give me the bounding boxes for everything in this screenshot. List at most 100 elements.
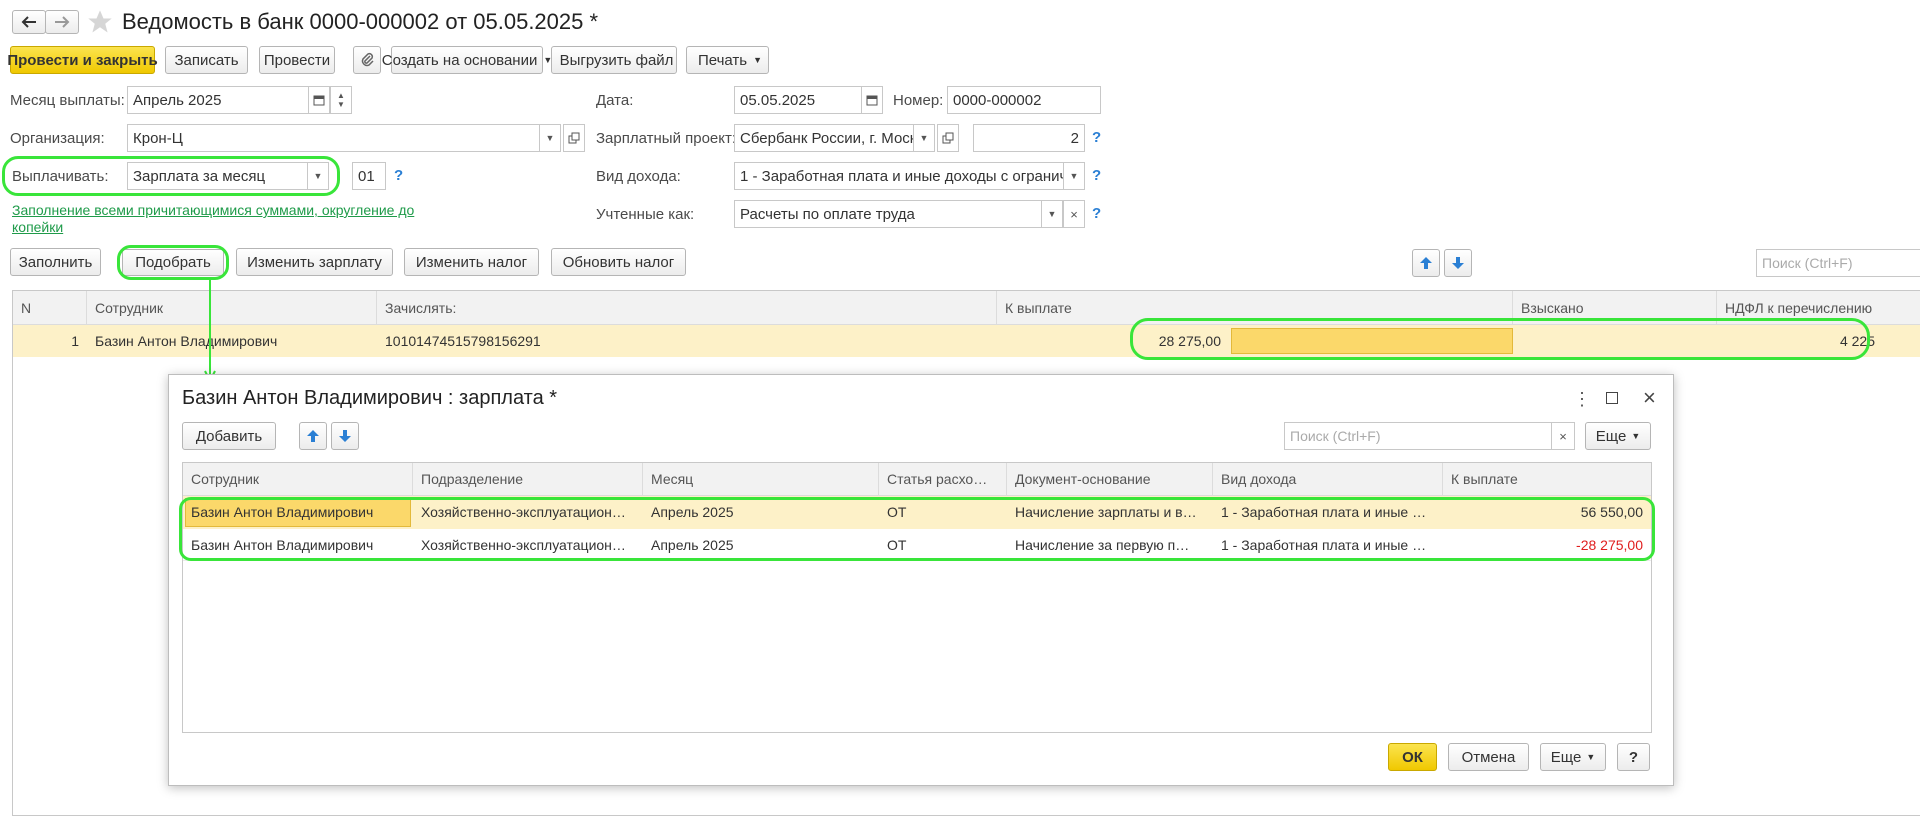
- help-icon[interactable]: ?: [1092, 129, 1101, 146]
- project-open-button[interactable]: [937, 124, 959, 152]
- arrow-down-icon: [1452, 257, 1464, 269]
- arrow-left-icon: [21, 16, 36, 28]
- column-header-employee[interactable]: Сотрудник: [183, 463, 413, 496]
- print-label: Печать: [697, 51, 748, 69]
- org-label: Организация:: [10, 130, 105, 147]
- back-button[interactable]: [12, 10, 46, 34]
- dropdown-icon: ▼: [753, 55, 763, 65]
- dropdown-icon: ▼: [1586, 752, 1596, 762]
- export-file-label: Выгрузить файл: [559, 51, 674, 69]
- column-header-month[interactable]: Месяц: [643, 463, 879, 496]
- change-salary-button[interactable]: Изменить зарплату: [236, 248, 393, 276]
- more-actions-icon[interactable]: ⋮: [1573, 389, 1591, 410]
- number-field[interactable]: 0000-000002: [947, 86, 1101, 114]
- refresh-tax-button[interactable]: Обновить налог: [551, 248, 686, 276]
- dialog-more-button[interactable]: Еще ▼: [1585, 422, 1651, 450]
- help-icon[interactable]: ?: [394, 167, 403, 184]
- footer-more-label: Еще: [1550, 748, 1582, 766]
- add-button[interactable]: Добавить: [182, 422, 276, 450]
- paperclip-icon: [361, 52, 374, 67]
- calendar-icon: [313, 95, 325, 106]
- attach-button[interactable]: [353, 46, 381, 74]
- dialog-title: Базин Антон Владимирович : зарплата *: [182, 387, 558, 409]
- highlight-amounts: [1130, 318, 1870, 360]
- dialog-move-up-button[interactable]: [299, 422, 327, 450]
- move-down-button[interactable]: [1444, 249, 1472, 277]
- dialog-search-input[interactable]: Поиск (Ctrl+F): [1284, 422, 1552, 450]
- star-icon[interactable]: [86, 8, 114, 36]
- date-label: Дата:: [596, 92, 634, 109]
- export-file-button[interactable]: Выгрузить файл: [551, 46, 677, 74]
- accounted-field[interactable]: Расчеты по оплате труда: [734, 200, 1042, 228]
- fill-button[interactable]: Заполнить: [10, 248, 101, 276]
- date-field[interactable]: 05.05.2025: [734, 86, 862, 114]
- footer-more-button[interactable]: Еще ▼: [1540, 743, 1606, 771]
- create-based-button[interactable]: Создать на основании ▼: [382, 46, 552, 74]
- arrow-up-icon: [307, 430, 319, 442]
- dropdown-icon: ▼: [1631, 431, 1641, 441]
- maximize-icon[interactable]: [1606, 392, 1618, 404]
- page-title: Ведомость в банк 0000-000002 от 05.05.20…: [122, 9, 599, 34]
- column-header-income[interactable]: Вид дохода: [1213, 463, 1443, 496]
- dialog-table-header: Сотрудник Подразделение Месяц Статья рас…: [183, 463, 1651, 496]
- help-button[interactable]: ?: [1617, 743, 1650, 771]
- project-dropdown-button[interactable]: ▼: [913, 124, 935, 152]
- project-count-field[interactable]: 2: [973, 124, 1085, 152]
- fill-mode-link[interactable]: Заполнение всеми причитающимися суммами,…: [12, 202, 452, 236]
- post-button[interactable]: Провести: [259, 46, 335, 74]
- help-icon[interactable]: ?: [1092, 167, 1101, 184]
- month-label: Месяц выплаты:: [10, 92, 125, 109]
- open-icon: [942, 132, 954, 144]
- open-icon: [568, 132, 580, 144]
- column-header-article[interactable]: Статья расхо…: [879, 463, 1007, 496]
- ok-button[interactable]: ОК: [1388, 743, 1437, 771]
- annotation-arrow: [204, 279, 216, 384]
- project-label: Зарплатный проект:: [596, 130, 737, 147]
- arrow-up-icon: [1420, 257, 1432, 269]
- print-button[interactable]: Печать ▼: [686, 46, 769, 74]
- forward-button[interactable]: [45, 10, 79, 34]
- column-header-n[interactable]: N: [13, 291, 87, 325]
- help-icon[interactable]: ?: [1092, 205, 1101, 222]
- column-header-account[interactable]: Зачислять:: [377, 291, 997, 325]
- accounted-dropdown-button[interactable]: ▼: [1041, 200, 1063, 228]
- search-clear-button[interactable]: ×: [1551, 422, 1575, 450]
- column-header-department[interactable]: Подразделение: [413, 463, 643, 496]
- income-dropdown-button[interactable]: ▼: [1063, 162, 1085, 190]
- move-up-button[interactable]: [1412, 249, 1440, 277]
- cancel-button[interactable]: Отмена: [1448, 743, 1529, 771]
- number-label: Номер:: [893, 92, 944, 109]
- dialog-move-down-button[interactable]: [331, 422, 359, 450]
- row-employee: Базин Антон Владимирович: [95, 333, 278, 349]
- highlight-pay-field: [2, 156, 340, 196]
- arrow-down-icon: [339, 430, 351, 442]
- dialog-more-label: Еще: [1595, 427, 1627, 445]
- month-field[interactable]: Апрель 2025: [127, 86, 309, 114]
- org-field[interactable]: Крон-Ц: [127, 124, 540, 152]
- pay-code-field[interactable]: 01: [352, 162, 386, 190]
- create-based-label: Создать на основании: [381, 51, 538, 69]
- table-search-input[interactable]: Поиск (Ctrl+F): [1756, 249, 1920, 277]
- income-field[interactable]: 1 - Заработная плата и иные доходы с огр…: [734, 162, 1064, 190]
- project-field[interactable]: Сбербанк России, г. Моск: [734, 124, 914, 152]
- column-header-document[interactable]: Документ-основание: [1007, 463, 1213, 496]
- post-and-close-button[interactable]: Провести и закрыть: [7, 46, 158, 74]
- month-stepper[interactable]: ▲ ▼: [330, 86, 352, 114]
- arrow-right-icon: [55, 16, 70, 28]
- salary-dialog: Базин Антон Владимирович : зарплата * ⋮ …: [168, 374, 1674, 786]
- accounted-label: Учтенные как:: [596, 206, 695, 223]
- save-button[interactable]: Записать: [165, 46, 248, 74]
- column-header-employee[interactable]: Сотрудник: [87, 291, 377, 325]
- close-icon[interactable]: ×: [1643, 385, 1656, 411]
- org-dropdown-button[interactable]: ▼: [539, 124, 561, 152]
- income-label: Вид дохода:: [596, 168, 681, 185]
- org-open-button[interactable]: [563, 124, 585, 152]
- change-tax-button[interactable]: Изменить налог: [404, 248, 539, 276]
- date-calendar-button[interactable]: [861, 86, 883, 114]
- calendar-icon: [866, 95, 878, 106]
- highlight-pick-button: [117, 245, 229, 280]
- calendar-button[interactable]: [308, 86, 330, 114]
- accounted-clear-button[interactable]: ×: [1063, 200, 1085, 228]
- column-header-amount[interactable]: К выплате: [1443, 463, 1651, 496]
- row-account: 10101474515798156291: [385, 333, 541, 349]
